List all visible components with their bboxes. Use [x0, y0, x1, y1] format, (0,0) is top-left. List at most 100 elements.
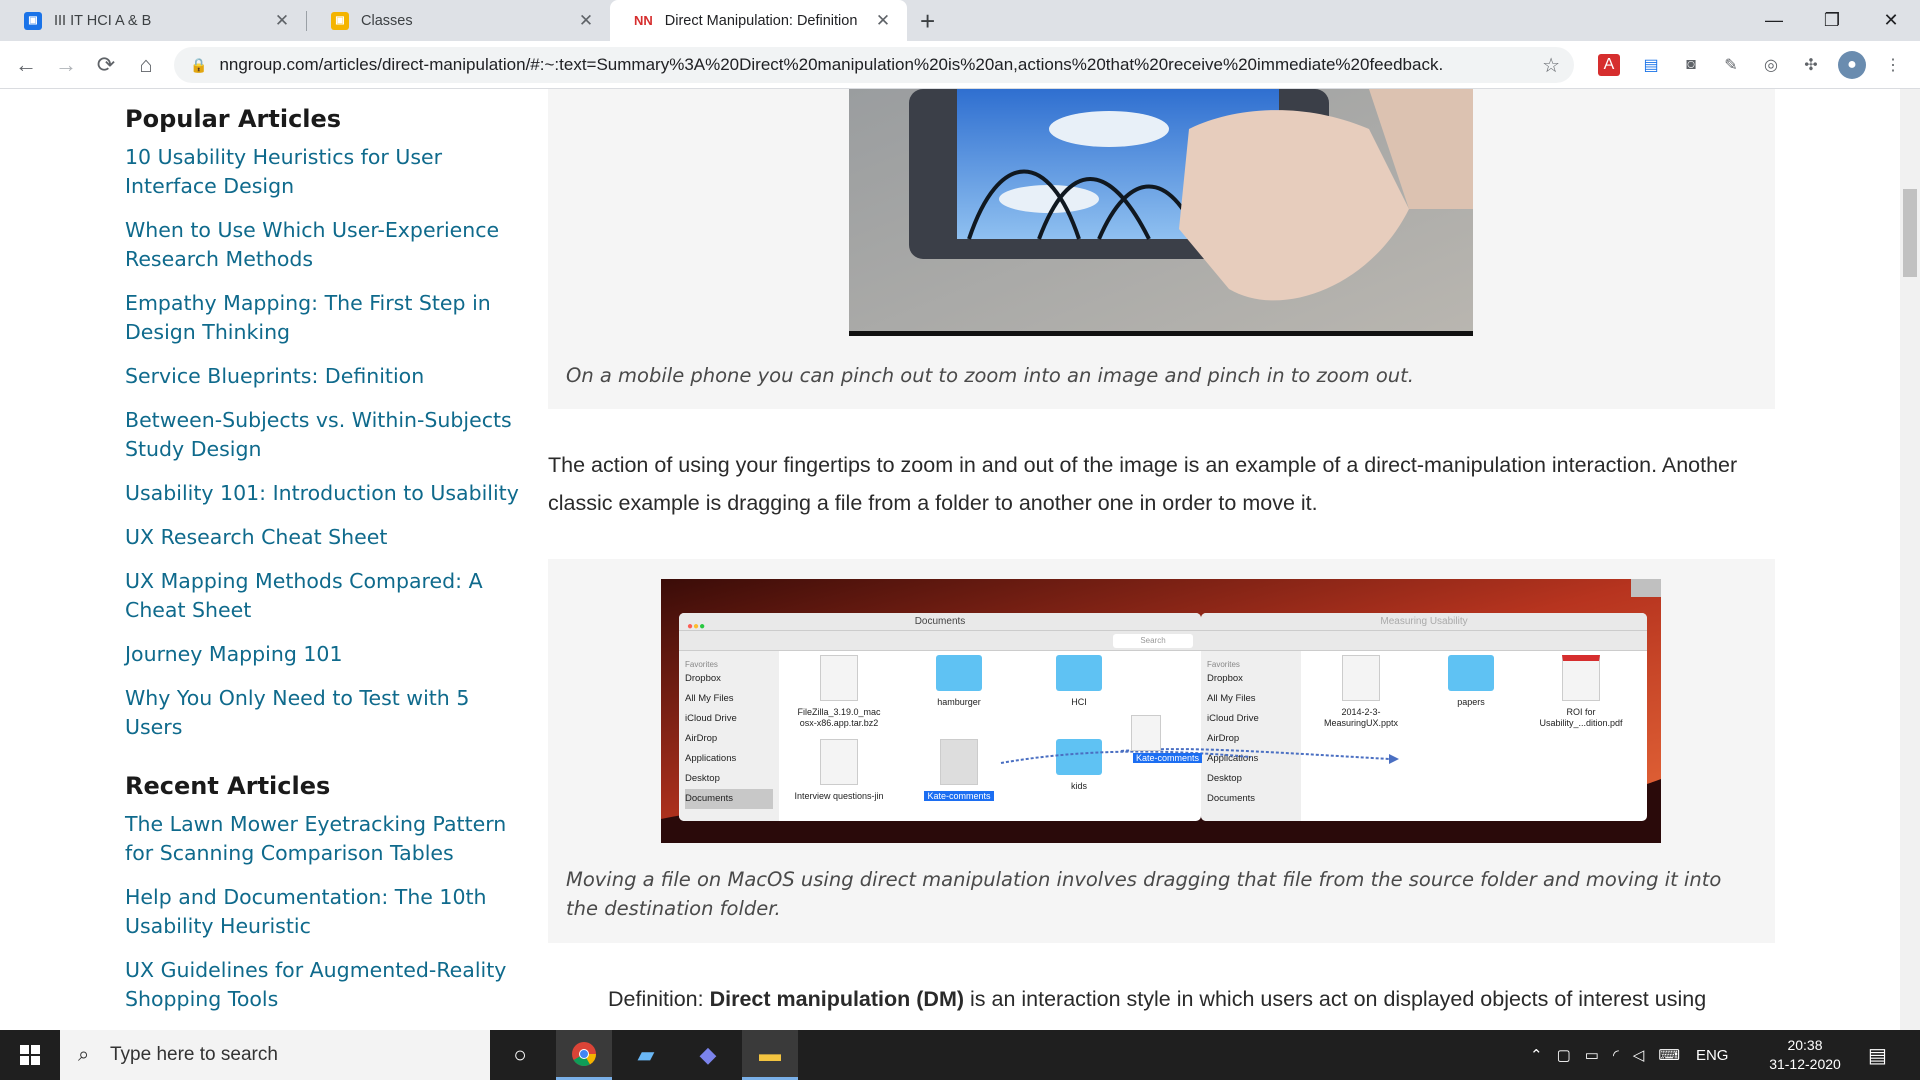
popular-link-3[interactable]: Empathy Mapping: The First Step in Desig…: [125, 289, 525, 347]
home-button[interactable]: ⌂: [132, 51, 160, 79]
popular-link-9[interactable]: Journey Mapping 101: [125, 640, 525, 669]
file-interview-questions[interactable]: Interview questions-jin: [789, 739, 889, 802]
sidebar-item-desktop[interactable]: Desktop: [685, 769, 773, 789]
nngroup-icon: NN: [634, 13, 653, 28]
taskbar-clock[interactable]: 20:38 31-12-2020: [1760, 1036, 1850, 1074]
new-tab-button[interactable]: +: [920, 6, 935, 37]
tab-classes[interactable]: ▣ Classes ✕: [307, 0, 610, 41]
close-window-button[interactable]: ✕: [1862, 0, 1920, 41]
popular-articles-heading: Popular Articles: [125, 105, 342, 133]
search-icon: ⌕: [78, 1043, 90, 1066]
cortana-icon[interactable]: ○: [492, 1030, 548, 1080]
recent-link-2[interactable]: Help and Documentation: The 10th Usabili…: [125, 883, 525, 941]
folder-kids[interactable]: kids: [1029, 739, 1129, 792]
definition-prefix: Definition:: [608, 987, 710, 1011]
popular-link-5[interactable]: Between-Subjects vs. Within-Subjects Stu…: [125, 406, 525, 464]
reload-button[interactable]: ⟳: [92, 51, 120, 79]
grammar-extension-icon[interactable]: ◎: [1758, 52, 1784, 78]
caption-pinch-zoom: On a mobile phone you can pinch out to z…: [566, 364, 1414, 387]
tab-direct-manipulation[interactable]: NN Direct Manipulation: Definition ✕: [610, 0, 907, 41]
file-filezilla[interactable]: FileZilla_3.19.0_mac osx-x86.app.tar.bz2: [789, 655, 889, 729]
page-scrollbar[interactable]: [1900, 89, 1920, 1030]
sidebar-item-applications[interactable]: Applications: [1207, 749, 1295, 769]
popular-link-6[interactable]: Usability 101: Introduction to Usability: [125, 479, 525, 508]
menu-kebab-icon[interactable]: ⋮: [1880, 52, 1906, 78]
volume-icon[interactable]: ◁: [1633, 1046, 1645, 1064]
file-measuringux-pptx[interactable]: 2014-2-3-MeasuringUX.pptx: [1311, 655, 1411, 729]
tab-close-icon[interactable]: ✕: [873, 11, 893, 31]
folder-hamburger[interactable]: hamburger: [909, 655, 1009, 708]
sidebar-item-all-files[interactable]: All My Files: [685, 689, 773, 709]
extensions-puzzle-icon[interactable]: ✣: [1798, 52, 1824, 78]
screen-extension-icon[interactable]: ▤: [1638, 52, 1664, 78]
pdf-extension-icon[interactable]: A: [1598, 54, 1620, 76]
app-taskbar-icon[interactable]: ▰: [618, 1030, 674, 1080]
tab-close-icon[interactable]: ✕: [272, 11, 292, 31]
tab-label: III IT HCI A & B: [54, 12, 152, 29]
system-tray: ⌃ ▢ ▭ ◜ ◁ ⌨ ENG: [1530, 1030, 1728, 1080]
favorites-label: Favorites: [685, 660, 718, 669]
popular-link-10[interactable]: Why You Only Need to Test with 5 Users: [125, 684, 525, 742]
camera-extension-icon[interactable]: ◙: [1678, 52, 1704, 78]
sidebar-item-documents[interactable]: Documents: [685, 789, 773, 809]
sidebar-item-applications[interactable]: Applications: [685, 749, 773, 769]
start-button[interactable]: [0, 1030, 60, 1080]
address-bar[interactable]: 🔒 nngroup.com/articles/direct-manipulati…: [174, 47, 1574, 83]
popular-link-4[interactable]: Service Blueprints: Definition: [125, 362, 525, 391]
finder-toolbar: Search: [679, 631, 1201, 651]
recent-link-3[interactable]: UX Guidelines for Augmented-Reality Shop…: [125, 956, 525, 1014]
chrome-taskbar-icon[interactable]: [556, 1030, 612, 1080]
tab-close-icon[interactable]: ✕: [576, 11, 596, 31]
windows-taskbar: ⌕ Type here to search ○ ▰ ◆ ▬ ⌃ ▢ ▭ ◜ ◁ …: [0, 1030, 1920, 1080]
definition-text: is an interaction style in which users a…: [964, 987, 1707, 1011]
popular-link-1[interactable]: 10 Usability Heuristics for User Interfa…: [125, 143, 525, 201]
sidebar-item-icloud[interactable]: iCloud Drive: [1207, 709, 1295, 729]
tab-hci[interactable]: ▣ III IT HCI A & B ✕: [0, 0, 306, 41]
folder-hci[interactable]: HCI: [1029, 655, 1129, 708]
folder-papers[interactable]: papers: [1421, 655, 1521, 708]
traffic-lights-icon[interactable]: ●●●: [687, 618, 705, 636]
file-explorer-taskbar-icon[interactable]: ▬: [742, 1030, 798, 1080]
wifi-icon[interactable]: ◜: [1613, 1046, 1619, 1064]
profile-avatar[interactable]: ●: [1838, 51, 1866, 79]
forward-button[interactable]: →: [52, 51, 80, 79]
lock-icon[interactable]: 🔒: [190, 57, 207, 74]
sidebar-item-dropbox[interactable]: Dropbox: [1207, 669, 1295, 689]
popular-link-8[interactable]: UX Mapping Methods Compared: A Cheat She…: [125, 567, 525, 625]
tray-device-icon[interactable]: ▢: [1557, 1046, 1571, 1064]
finder-titlebar: Measuring Usability: [1201, 613, 1647, 631]
sidebar-item-icloud[interactable]: iCloud Drive: [685, 709, 773, 729]
pptx-icon: [1342, 655, 1380, 701]
tray-chevron-icon[interactable]: ⌃: [1530, 1046, 1543, 1064]
language-indicator[interactable]: ENG: [1696, 1047, 1729, 1064]
sidebar-item-airdrop[interactable]: AirDrop: [1207, 729, 1295, 749]
sidebar-item-documents[interactable]: Documents: [1207, 789, 1295, 809]
popular-link-2[interactable]: When to Use Which User-Experience Resear…: [125, 216, 525, 274]
bookmark-star-icon[interactable]: ☆: [1542, 53, 1560, 78]
popular-link-7[interactable]: UX Research Cheat Sheet: [125, 523, 525, 552]
dragged-file-icon[interactable]: [1131, 715, 1161, 751]
sidebar-item-airdrop[interactable]: AirDrop: [685, 729, 773, 749]
taskbar-search-box[interactable]: ⌕ Type here to search: [60, 1030, 490, 1080]
recent-link-1[interactable]: The Lawn Mower Eyetracking Pattern for S…: [125, 810, 525, 868]
sidebar-item-desktop[interactable]: Desktop: [1207, 769, 1295, 789]
battery-icon[interactable]: ▭: [1585, 1046, 1599, 1064]
back-button[interactable]: ←: [12, 51, 40, 79]
sidebar-item-dropbox[interactable]: Dropbox: [685, 669, 773, 689]
folder-icon: [1056, 739, 1102, 775]
finder-search-input[interactable]: Search: [1113, 634, 1193, 648]
notification-icon[interactable]: ▤: [1868, 1030, 1887, 1080]
file-kate-comments[interactable]: Kate-comments: [909, 739, 1009, 802]
file-roi-pdf[interactable]: ROI for Usability_...dition.pdf: [1531, 655, 1631, 729]
sidebar-item-all-files[interactable]: All My Files: [1207, 689, 1295, 709]
restore-button[interactable]: ❐: [1803, 0, 1861, 41]
minimize-button[interactable]: —: [1745, 0, 1803, 41]
finder-titlebar: ●●● Documents: [679, 613, 1201, 632]
paragraph-direct-manipulation: The action of using your fingertips to z…: [548, 453, 1738, 515]
caption-macos-drag: Moving a file on MacOS using direct mani…: [566, 868, 1722, 920]
folder-icon: [1056, 655, 1102, 691]
scrollbar-thumb[interactable]: [1903, 189, 1917, 277]
eyedropper-extension-icon[interactable]: ✎: [1718, 52, 1744, 78]
teams-taskbar-icon[interactable]: ◆: [680, 1030, 736, 1080]
keyboard-icon[interactable]: ⌨: [1658, 1046, 1680, 1064]
